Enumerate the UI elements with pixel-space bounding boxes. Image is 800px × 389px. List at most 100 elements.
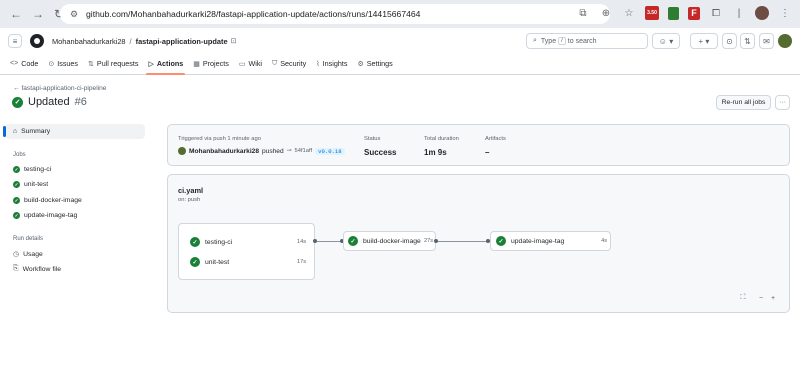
tab-label: Insights bbox=[322, 59, 348, 68]
workflow-file-name: ci.yaml bbox=[178, 186, 204, 195]
tab-label: Settings bbox=[366, 59, 393, 68]
job-label: update-image-tag bbox=[24, 212, 78, 219]
job-build-docker-image[interactable]: ✓ build-docker-image 27s bbox=[348, 236, 433, 246]
table-icon: ▦ bbox=[193, 60, 200, 68]
sidebar-item-label: Summary bbox=[21, 128, 51, 135]
repo-nav: <> Code ⊙ Issues ⇅ Pull requests ▷ Actions ▦… bbox=[0, 54, 800, 75]
tab-insights[interactable]: ⌇ Insights bbox=[314, 59, 353, 74]
workflow-back-link[interactable]: ← fastapi-application-ci-pipeline bbox=[13, 85, 106, 92]
search-suffix: to search bbox=[567, 37, 597, 45]
issue-icon: ⊙ bbox=[726, 36, 733, 46]
tab-projects[interactable]: ▦ Projects bbox=[191, 59, 235, 74]
run-title: Updated bbox=[28, 96, 70, 108]
extension-f-icon[interactable]: F bbox=[688, 6, 700, 20]
forward-arrow-icon[interactable]: → bbox=[32, 7, 44, 21]
repo-owner-link[interactable]: Mohanbahadurkarki28 bbox=[52, 37, 126, 46]
user-avatar[interactable] bbox=[778, 34, 792, 48]
tab-label: Issues bbox=[57, 59, 79, 68]
tab-security[interactable]: ⛉ Security bbox=[270, 59, 312, 74]
extension-green-icon[interactable] bbox=[668, 6, 679, 20]
sidebar-item-workflow-file[interactable]: ⎘ Workflow file bbox=[13, 265, 61, 273]
actor-link[interactable]: Mohanbahadurkarki28 bbox=[189, 148, 259, 155]
menu-icon[interactable]: ≡ bbox=[8, 34, 22, 48]
tab-actions[interactable]: ▷ Actions bbox=[146, 59, 189, 75]
sidebar-job-unit-test[interactable]: ✓ unit-test bbox=[13, 181, 48, 188]
trigger-text: Triggered via push 1 minute ago bbox=[178, 136, 261, 142]
tab-settings[interactable]: ⚙ Settings bbox=[355, 59, 398, 74]
sidebar-job-update-image-tag[interactable]: ✓ update-image-tag bbox=[13, 212, 77, 219]
success-check-icon: ✓ bbox=[190, 237, 200, 247]
success-check-icon: ✓ bbox=[190, 257, 200, 267]
success-check-icon: ✓ bbox=[13, 166, 20, 173]
more-options-button[interactable]: ··· bbox=[775, 95, 790, 110]
search-prefix: Type bbox=[540, 37, 557, 45]
sidebar-job-testing-ci[interactable]: ✓ testing-ci bbox=[13, 166, 51, 173]
success-check-icon: ✓ bbox=[12, 96, 23, 108]
sidebar-item-summary[interactable]: ⌂ Summary bbox=[3, 124, 145, 139]
pull-requests-button[interactable]: ⇅ bbox=[740, 33, 755, 49]
zoom-icon[interactable]: ⊕ bbox=[599, 6, 613, 20]
tab-label: Actions bbox=[156, 59, 184, 68]
zoom-in-button[interactable]: + bbox=[767, 292, 779, 304]
issues-button[interactable]: ⊙ bbox=[722, 33, 737, 49]
sidebar-item-usage[interactable]: ◷ Usage bbox=[13, 250, 43, 259]
copilot-button[interactable]: ☺ ▾ bbox=[652, 33, 680, 49]
divider-icon: | bbox=[737, 7, 741, 19]
connector-line bbox=[438, 241, 486, 242]
repo-name-link[interactable]: fastapi-application-update bbox=[136, 37, 228, 46]
site-info-icon[interactable]: ⚙ bbox=[68, 8, 80, 20]
browser-toolbar: ← → ↻ ⚙ github.com/Mohanbahadurkarki28/f… bbox=[0, 0, 800, 28]
success-check-icon: ✓ bbox=[13, 212, 20, 219]
install-app-icon[interactable]: ⧉ bbox=[576, 6, 590, 20]
zoom-out-button[interactable]: − bbox=[755, 292, 767, 304]
sidebar-job-build-docker-image[interactable]: ✓ build-docker-image bbox=[13, 197, 82, 204]
commit-sha-link[interactable]: 54f1aff bbox=[295, 148, 313, 154]
tab-label: Pull requests bbox=[96, 59, 139, 68]
browser-nav: ← → ↻ bbox=[0, 7, 64, 21]
tab-wiki[interactable]: ▭ Wiki bbox=[237, 59, 268, 74]
zoom-out-icon: − bbox=[758, 294, 764, 302]
plus-icon: + ▾ bbox=[698, 36, 710, 46]
play-icon: ▷ bbox=[148, 60, 154, 68]
job-label: build-docker-image bbox=[24, 197, 82, 204]
duration-value: 1m 9s bbox=[424, 148, 447, 157]
fullscreen-button[interactable]: ⛶ bbox=[737, 292, 749, 304]
success-check-icon: ✓ bbox=[348, 236, 358, 246]
tab-code[interactable]: <> Code bbox=[8, 59, 44, 74]
tab-label: Projects bbox=[202, 59, 229, 68]
workflow-trigger: on: push bbox=[178, 197, 201, 203]
extension-badge-icon[interactable]: 3.50 bbox=[645, 6, 659, 20]
code-icon: <> bbox=[10, 60, 19, 67]
job-label: unit-test bbox=[24, 181, 49, 188]
push-info: Mohanbahadurkarki28 pushed ⊸ 54f1aff v0.… bbox=[178, 147, 345, 155]
profile-avatar[interactable] bbox=[755, 6, 769, 20]
detail-label: Workflow file bbox=[22, 265, 62, 273]
tab-issues[interactable]: ⊙ Issues bbox=[46, 59, 84, 74]
tag-badge[interactable]: v0.0.18 bbox=[315, 147, 345, 155]
job-duration: 17s bbox=[296, 259, 306, 265]
job-update-image-tag[interactable]: ✓ update-image-tag 4s bbox=[496, 236, 607, 246]
fullscreen-icon: ⛶ bbox=[740, 294, 746, 301]
create-new-button[interactable]: + ▾ bbox=[690, 33, 718, 49]
tab-label: Code bbox=[21, 59, 39, 68]
actor-avatar bbox=[178, 147, 186, 155]
book-icon: ▭ bbox=[238, 60, 246, 68]
back-arrow-icon[interactable]: ← bbox=[10, 7, 22, 21]
inbox-button[interactable]: ✉ bbox=[759, 33, 774, 49]
extensions-puzzle-icon[interactable]: ⧠ bbox=[709, 6, 723, 20]
github-logo-icon[interactable] bbox=[30, 34, 44, 48]
search-input[interactable]: ⌕ Type / to search bbox=[526, 33, 648, 49]
tab-pull-requests[interactable]: ⇅ Pull requests bbox=[86, 59, 144, 74]
chrome-menu-icon[interactable]: ⋮ bbox=[778, 6, 792, 20]
job-testing-ci[interactable]: ✓ testing-ci 14s bbox=[190, 237, 306, 247]
pull-request-icon: ⇅ bbox=[744, 36, 751, 46]
tab-label: Security bbox=[280, 59, 307, 68]
status-value: Success bbox=[364, 148, 397, 157]
success-check-icon: ✓ bbox=[496, 236, 506, 246]
job-name: update-image-tag bbox=[511, 237, 565, 245]
rerun-all-jobs-button[interactable]: Re-run all jobs bbox=[716, 95, 771, 110]
address-bar[interactable]: ⚙ github.com/Mohanbahadurkarki28/fastapi… bbox=[60, 4, 610, 24]
job-unit-test[interactable]: ✓ unit-test 17s bbox=[190, 257, 306, 267]
connector-line bbox=[317, 241, 340, 242]
bookmark-star-icon[interactable]: ☆ bbox=[622, 6, 636, 20]
